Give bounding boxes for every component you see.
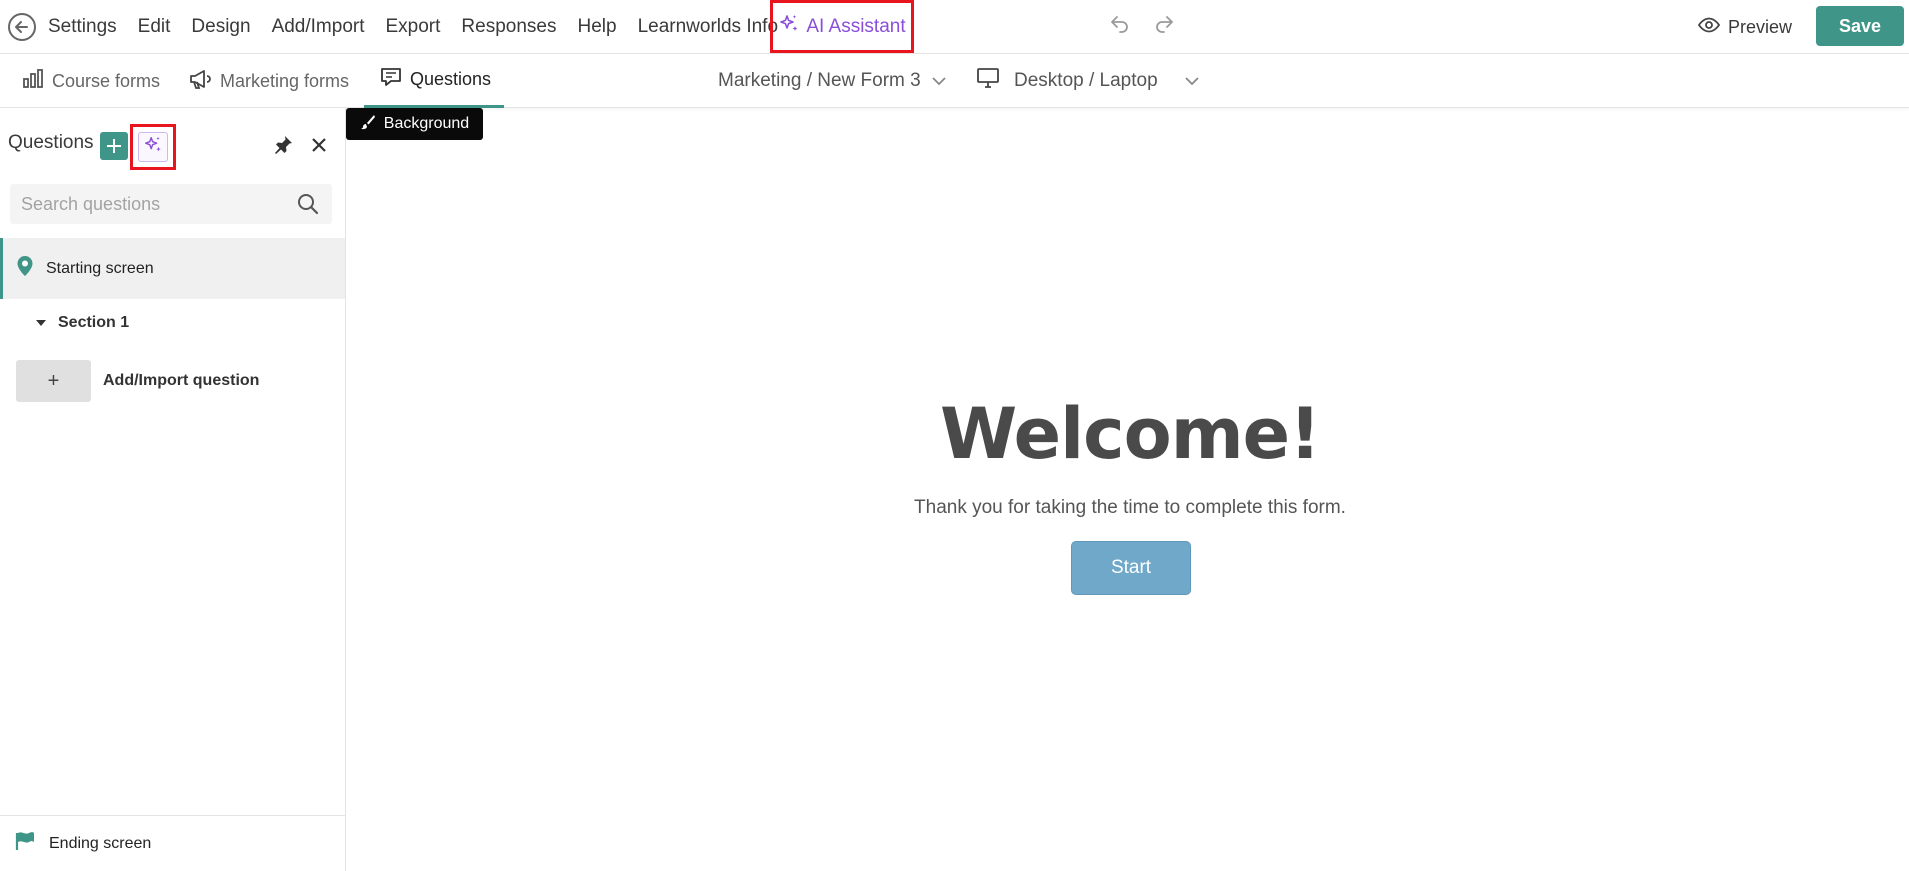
chevron-down-icon: [931, 70, 947, 92]
top-menu-bar: Settings Edit Design Add/Import Export R…: [0, 0, 1909, 54]
sparkle-icon: [778, 13, 800, 41]
sparkle-icon: [143, 135, 163, 160]
add-question-button[interactable]: [100, 132, 128, 160]
background-label: Background: [383, 115, 470, 132]
chevron-down-icon: [1184, 70, 1200, 92]
section-toggle[interactable]: Section 1: [36, 314, 129, 332]
ending-screen-item[interactable]: Ending screen: [0, 815, 345, 871]
preview-button[interactable]: Preview: [1697, 12, 1793, 42]
search-input[interactable]: [10, 184, 290, 224]
form-selector-dropdown[interactable]: Marketing / New Form 3: [718, 54, 947, 108]
sidebar-title: Questions: [8, 132, 94, 153]
sidebar-header: Questions: [0, 124, 346, 170]
brush-icon: [360, 114, 376, 135]
tab-marketing-forms[interactable]: Marketing forms: [188, 54, 349, 108]
menu-settings[interactable]: Settings: [48, 16, 117, 38]
section-label: Section 1: [58, 314, 130, 331]
tab-course-forms[interactable]: Course forms: [22, 54, 160, 108]
menu-export[interactable]: Export: [386, 16, 441, 38]
undo-icon[interactable]: [1106, 12, 1134, 40]
location-pin-icon: [16, 255, 34, 282]
menu-learnworlds-info[interactable]: Learnworlds Info: [638, 16, 778, 38]
starting-screen-item[interactable]: Starting screen: [0, 238, 345, 299]
monitor-icon: [976, 67, 1000, 95]
questions-icon: [380, 66, 402, 93]
welcome-title[interactable]: Welcome!: [347, 393, 1909, 475]
start-button[interactable]: Start: [1071, 541, 1191, 595]
ending-screen-label: Ending screen: [49, 834, 152, 852]
eye-icon: [1697, 17, 1721, 38]
main-menu: Settings Edit Design Add/Import Export R…: [48, 0, 799, 54]
redo-icon[interactable]: [1150, 12, 1178, 40]
ai-assistant-label: AI Assistant: [806, 15, 906, 37]
close-icon[interactable]: [306, 132, 332, 158]
back-arrow-icon[interactable]: [8, 13, 36, 41]
add-import-question-label: Add/Import question: [103, 372, 260, 389]
questions-sidebar: Questions Starting screen: [0, 108, 346, 871]
tab-marketing-forms-label: Marketing forms: [220, 70, 350, 91]
device-label: Desktop / Laptop: [1014, 70, 1158, 91]
ai-assistant-button[interactable]: AI Assistant: [770, 0, 914, 53]
ai-generate-highlight: [130, 124, 176, 170]
menu-design[interactable]: Design: [191, 16, 250, 38]
pin-icon[interactable]: [270, 132, 296, 158]
form-path-label: Marketing / New Form 3: [718, 70, 921, 91]
add-import-question[interactable]: + Add/Import question: [16, 360, 259, 402]
tab-questions[interactable]: Questions: [364, 54, 504, 108]
device-selector-dropdown[interactable]: Desktop / Laptop: [976, 54, 1200, 108]
form-tabs-bar: Course forms Marketing forms Questions M…: [0, 54, 1909, 108]
plus-icon[interactable]: +: [16, 360, 91, 402]
tab-course-forms-label: Course forms: [52, 70, 161, 91]
menu-responses[interactable]: Responses: [461, 16, 556, 38]
search-icon[interactable]: [296, 192, 320, 216]
flag-icon: [15, 831, 37, 856]
bar-chart-icon: [22, 68, 44, 95]
menu-add-import[interactable]: Add/Import: [272, 16, 365, 38]
welcome-description[interactable]: Thank you for taking the time to complet…: [347, 497, 1909, 519]
starting-screen-label: Starting screen: [46, 259, 154, 277]
menu-help[interactable]: Help: [577, 16, 616, 38]
save-button[interactable]: Save: [1816, 6, 1904, 46]
ai-generate-button[interactable]: [138, 132, 168, 162]
tab-questions-label: Questions: [410, 69, 492, 89]
form-canvas: Welcome! Thank you for taking the time t…: [347, 108, 1909, 871]
search-box: [10, 184, 332, 224]
megaphone-icon: [188, 68, 212, 95]
caret-down-icon: [36, 314, 46, 332]
menu-edit[interactable]: Edit: [138, 16, 171, 38]
preview-label: Preview: [1728, 16, 1793, 37]
undo-redo-group: [1106, 12, 1178, 40]
background-button[interactable]: Background: [346, 108, 483, 140]
